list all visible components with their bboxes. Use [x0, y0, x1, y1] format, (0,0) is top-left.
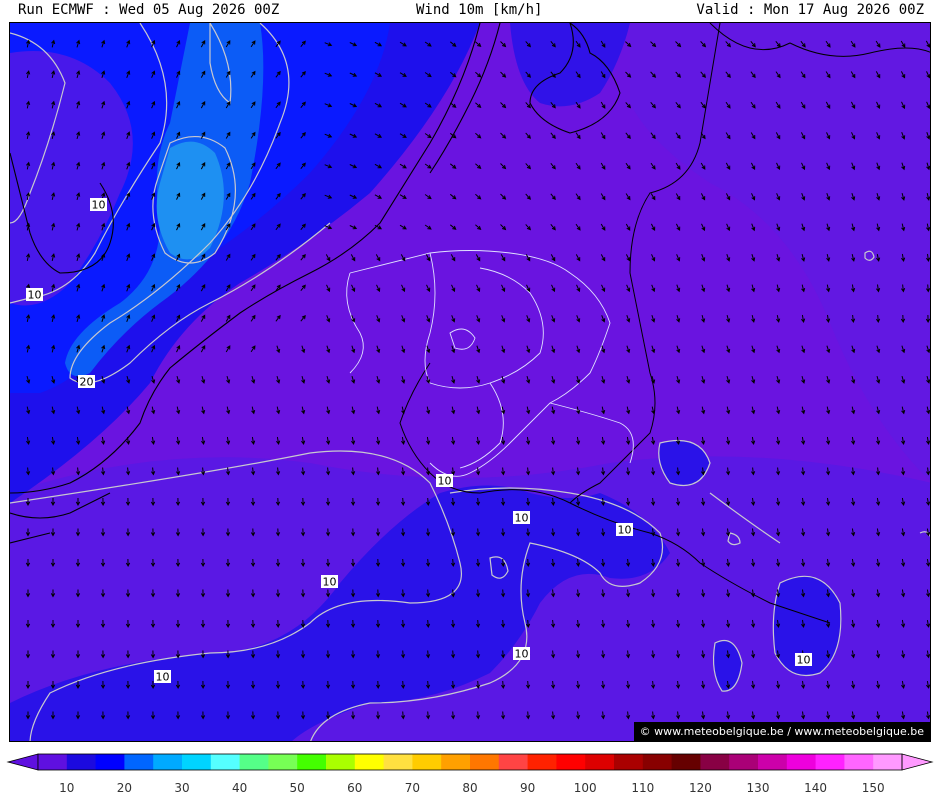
legend-swatch [441, 754, 471, 770]
color-legend: 10 20 30 40 50 60 70 80 90 100 110 120 130 140 150 [6, 753, 934, 795]
legend-tick-label: 30 [174, 781, 189, 795]
legend-tick-label: 110 [631, 781, 654, 795]
legend-swatch [124, 754, 154, 770]
legend-swatch [642, 754, 672, 770]
legend-tick-label: 100 [574, 781, 597, 795]
legend-swatch [614, 754, 644, 770]
legend-swatch [268, 754, 298, 770]
legend-swatch [671, 754, 701, 770]
legend-tick-label: 80 [462, 781, 477, 795]
legend-tick-labels: 10 20 30 40 50 60 70 80 90 100 110 120 130 140 150 [59, 781, 884, 795]
contour-label: 10 [797, 654, 811, 667]
legend-swatch [585, 754, 615, 770]
legend-swatch [498, 754, 528, 770]
wind-map-canvas: 10 10 20 10 10 10 10 10 10 10 [10, 23, 930, 741]
legend-tick-label: 130 [747, 781, 770, 795]
legend-swatch [786, 754, 816, 770]
header-run-info: Run ECMWF : Wed 05 Aug 2026 00Z [18, 2, 280, 18]
legend-tick-label: 150 [862, 781, 885, 795]
legend-swatch [470, 754, 500, 770]
legend-tick-label: 60 [347, 781, 362, 795]
contour-label: 10 [92, 199, 106, 212]
legend-tick-label: 20 [117, 781, 132, 795]
legend-arrow-left [6, 753, 39, 771]
contour-label: 10 [323, 576, 337, 589]
legend-tick-label: 50 [290, 781, 305, 795]
legend-swatch [182, 754, 212, 770]
legend-swatch [873, 754, 903, 770]
legend-swatch [527, 754, 557, 770]
legend-swatch [700, 754, 730, 770]
legend-swatch [412, 754, 442, 770]
legend-color-bar [6, 753, 934, 771]
legend-tick-label: 40 [232, 781, 247, 795]
legend-swatch [383, 754, 413, 770]
legend-tick-label: 70 [405, 781, 420, 795]
legend-tick-label: 10 [59, 781, 74, 795]
contour-label: 10 [438, 475, 452, 488]
legend-swatch [326, 754, 356, 770]
legend-tick-label: 90 [520, 781, 535, 795]
contour-label: 10 [515, 648, 529, 661]
legend-swatch [815, 754, 845, 770]
legend-swatch [354, 754, 384, 770]
header-map-title: Wind 10m [km/h] [416, 2, 543, 18]
legend-tick-label: 120 [689, 781, 712, 795]
watermark-credit: © www.meteobelgique.be / www.meteobelgiq… [633, 722, 930, 741]
legend-swatch [38, 754, 68, 770]
legend-arrow-right [901, 753, 934, 771]
contour-label: 10 [156, 671, 170, 684]
header-valid-time: Valid : Mon 17 Aug 2026 00Z [696, 2, 924, 18]
legend-swatch [95, 754, 125, 770]
contour-label: 10 [515, 512, 529, 525]
legend-swatch [239, 754, 269, 770]
legend-swatch [66, 754, 96, 770]
contour-label: 10 [28, 289, 42, 302]
legend-swatch [758, 754, 788, 770]
legend-swatch [556, 754, 586, 770]
legend-swatch [297, 754, 327, 770]
legend-tick-label: 140 [804, 781, 827, 795]
legend-swatch [844, 754, 874, 770]
legend-swatch [729, 754, 759, 770]
contour-label: 20 [80, 376, 94, 389]
wind-map: 10 10 20 10 10 10 10 10 10 10 © www.mete… [9, 22, 931, 742]
legend-swatch [210, 754, 240, 770]
contour-label: 10 [618, 524, 632, 537]
legend-swatch [153, 754, 183, 770]
